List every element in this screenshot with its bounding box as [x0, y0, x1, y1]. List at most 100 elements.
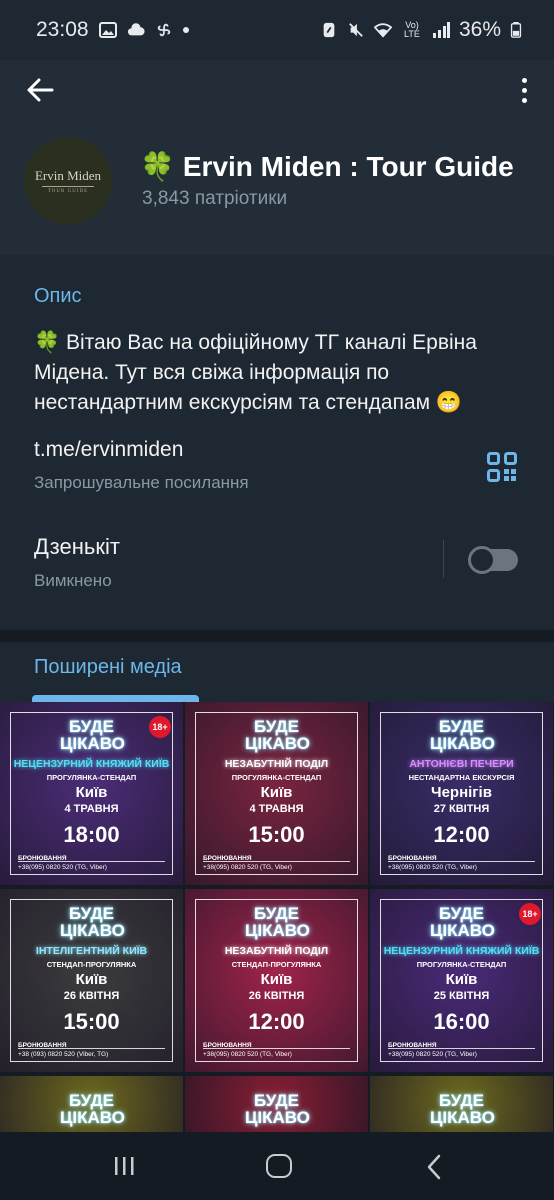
signal-icon: [432, 22, 450, 38]
channel-title: 🍀 Ervin Miden : Tour Guide: [140, 150, 514, 183]
media-thumbnail[interactable]: БУДЕ ЦІКАВО: [0, 1076, 183, 1132]
more-options-button[interactable]: [516, 72, 532, 108]
invite-link-label: Запрошувальне посилання: [34, 473, 249, 492]
poster-date: 4 ТРАВНЯ: [64, 803, 119, 815]
poster-route: НЕЦЕНЗУРНИЙ КНЯЖИЙ КИЇВ: [383, 945, 540, 957]
invite-link[interactable]: t.me/ervinmiden: [34, 438, 183, 462]
back-button[interactable]: [22, 72, 58, 108]
poster-time: 15:00: [248, 822, 305, 847]
fan-icon: [157, 23, 170, 37]
channel-info: Опис 🍀 Вітаю Вас на офіційному ТГ каналі…: [0, 255, 554, 630]
poster-headline: БУДЕ ЦІКАВО: [245, 1091, 310, 1127]
poster-headline: БУДЕ ЦІКАВО: [430, 717, 495, 753]
poster-phone: +38 (093) 0820 520 (Viber, TG): [18, 1051, 109, 1058]
battery-icon: [510, 22, 522, 38]
poster-phone: +38(095) 0820 520 (TG, Viber): [203, 1051, 292, 1058]
poster-divider: [203, 1048, 350, 1049]
poster-headline: БУДЕ ЦІКАВО: [245, 717, 310, 753]
arrow-left-icon: [27, 78, 54, 102]
poster-kind: НЕСТАНДАРТНА ЕКСКУРСІЯ: [408, 773, 515, 782]
poster-divider: [388, 861, 535, 862]
poster-kind: ПРОГУЛЯНКА-СТЕНДАП: [46, 773, 137, 782]
poster-headline: БУДЕ ЦІКАВО: [60, 1091, 125, 1127]
avatar-logo-subtitle: TOUR GUIDE: [47, 189, 89, 194]
channel-title-text: Ervin Miden : Tour Guide: [182, 150, 514, 182]
poster-phone: +38(095) 0820 520 (TG, Viber): [203, 864, 292, 871]
poster-time: 12:00: [248, 1009, 305, 1034]
media-thumbnail[interactable]: БУДЕ ЦІКАВО НЕЗАБУТНІЙ ПОДІЛ СТЕНДАП-ПРОГУ…: [185, 889, 368, 1072]
poster-route: НЕЗАБУТНІЙ ПОДІЛ: [224, 945, 329, 957]
media-grid: БУДЕ ЦІКАВО НЕЦЕНЗУРНИЙ КНЯЖИЙ КИЇВ ПРОГУЛ…: [0, 702, 554, 1132]
poster-city: Чернігів: [431, 784, 492, 801]
poster-kind: СТЕНДАП-ПРОГУЛЯНКА: [231, 960, 322, 969]
system-nav-bar: [0, 1132, 554, 1200]
tab-shared-media[interactable]: Поширені медіа: [34, 656, 182, 679]
poster-city: Київ: [260, 784, 293, 801]
poster-kind: ПРОГУЛЯНКА-СТЕНДАП: [231, 773, 322, 782]
media-thumbnail[interactable]: БУДЕ ЦІКАВО НЕЦЕНЗУРНИЙ КНЯЖИЙ КИЇВ ПРОГУЛ…: [370, 889, 553, 1072]
poster-route: ІНТЕЛІГЕНТНИЙ КИЇВ: [35, 945, 148, 957]
poster-city: Київ: [260, 971, 293, 988]
poster-headline: БУДЕ ЦІКАВО: [245, 904, 310, 940]
media-thumbnail[interactable]: БУДЕ ЦІКАВО: [185, 1076, 368, 1132]
poster-route: АНТОНІЄВІ ПЕЧЕРИ: [409, 758, 514, 770]
section-gap: [0, 630, 554, 642]
more-dot-icon: [521, 97, 527, 103]
poster-date: 25 КВІТНЯ: [433, 990, 490, 1002]
poster-time: 15:00: [63, 1009, 120, 1034]
status-bar: 23:08 Vo) LTE 36%: [0, 0, 554, 60]
poster-date: 26 КВІТНЯ: [63, 990, 120, 1002]
poster-route: НЕЦЕНЗУРНИЙ КНЯЖИЙ КИЇВ: [13, 758, 170, 770]
lte-label: Vo) LTE: [404, 20, 420, 39]
poster-time: 12:00: [433, 822, 490, 847]
qr-code-icon[interactable]: [487, 452, 517, 482]
cloud-icon: [127, 23, 145, 36]
poster-headline: БУДЕ ЦІКАВО: [430, 1091, 495, 1127]
poster-divider: [203, 861, 350, 862]
poster-phone: +38(095) 0820 520 (TG, Viber): [388, 1051, 477, 1058]
poster-phone: +38(095) 0820 520 (TG, Viber): [388, 864, 477, 871]
channel-avatar[interactable]: Ervin Miden TOUR GUIDE: [24, 137, 112, 225]
media-thumbnail[interactable]: БУДЕ ЦІКАВО НЕЗАБУТНІЙ ПОДІЛ ПРОГУЛЯНКА-СТ…: [185, 702, 368, 885]
boost-title: Дзенькіт: [34, 534, 120, 559]
clover-icon: 🍀: [140, 151, 175, 182]
gallery-icon: [98, 22, 117, 38]
poster-city: Київ: [445, 971, 478, 988]
media-tabs: Поширені медіа: [0, 642, 554, 702]
toggle-knob: [468, 546, 496, 574]
poster-city: Київ: [75, 784, 108, 801]
media-thumbnail[interactable]: БУДЕ ЦІКАВО АНТОНІЄВІ ПЕЧЕРИ НЕСТАНДАРТНА …: [370, 702, 553, 885]
media-thumbnail[interactable]: БУДЕ ЦІКАВО НЕЦЕНЗУРНИЙ КНЯЖИЙ КИЇВ ПРОГУЛ…: [0, 702, 183, 885]
poster-date: 26 КВІТНЯ: [248, 990, 305, 1002]
battery-percent: 36%: [458, 18, 501, 41]
media-thumbnail[interactable]: БУДЕ ЦІКАВО ІНТЕЛІГЕНТНИЙ КИЇВ СТЕНДАП-ПРО…: [0, 889, 183, 1072]
poster-divider: [18, 861, 165, 862]
nav-back-icon[interactable]: [424, 1154, 444, 1180]
boost-toggle[interactable]: [468, 546, 518, 574]
poster-route: НЕЗАБУТНІЙ ПОДІЛ: [224, 758, 329, 770]
more-dot-icon: [521, 87, 527, 93]
nfc-icon: [323, 22, 335, 38]
subscriber-count: 3,843 патріотики: [142, 188, 288, 209]
poster-date: 4 ТРАВНЯ: [249, 803, 304, 815]
age-badge: 18+: [519, 903, 541, 925]
avatar-logo-divider: [42, 186, 94, 187]
avatar-logo-name: Ervin Miden: [34, 168, 102, 183]
recent-apps-icon[interactable]: [113, 1156, 135, 1176]
poster-city: Київ: [75, 971, 108, 988]
poster-phone: +38(095) 0820 520 (TG, Viber): [18, 864, 107, 871]
more-dot-icon: [521, 77, 527, 83]
media-thumbnail[interactable]: БУДЕ ЦІКАВО: [370, 1076, 553, 1132]
home-icon[interactable]: [266, 1154, 292, 1178]
poster-time: 18:00: [63, 822, 120, 847]
poster-time: 16:00: [433, 1009, 490, 1034]
mute-icon: [349, 23, 363, 37]
vertical-divider: [443, 540, 444, 578]
poster-divider: [388, 1048, 535, 1049]
poster-date: 27 КВІТНЯ: [433, 803, 490, 815]
status-time: 23:08: [36, 18, 89, 41]
description-label: Опис: [34, 285, 82, 307]
notification-dot-icon: [182, 27, 189, 33]
tab-indicator: [32, 695, 199, 702]
poster-divider: [18, 1048, 165, 1049]
